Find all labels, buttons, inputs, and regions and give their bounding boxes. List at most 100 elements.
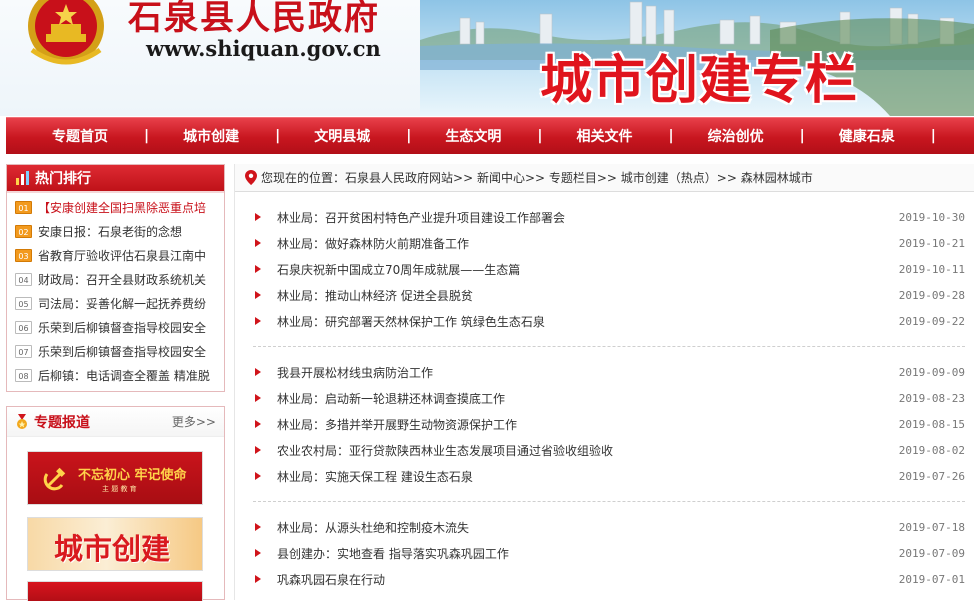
medal-icon	[17, 413, 27, 429]
list-item[interactable]: 01 【安康创建全国扫黑除恶重点培	[15, 195, 224, 219]
more-link[interactable]: 更多>>	[172, 413, 216, 430]
bullet-arrow-icon	[255, 368, 261, 376]
news-row[interactable]: 林业局：从源头杜绝和控制疫木流失 2019-07-18	[253, 514, 965, 540]
news-date: 2019-09-22	[898, 314, 965, 328]
news-date: 2019-10-11	[898, 262, 965, 276]
rank-badge: 04	[15, 272, 32, 286]
news-title-link[interactable]: 林业局：启动新一轮退耕还林调查摸底工作	[277, 390, 505, 407]
list-item[interactable]: 03 省教育厅验收评估石泉县江南中	[15, 243, 224, 267]
news-title-link[interactable]: 林业局：做好森林防火前期准备工作	[277, 235, 469, 252]
news-date: 2019-07-09	[898, 546, 965, 560]
nav-separator: |	[799, 128, 805, 144]
promo-banner-original-aspiration[interactable]: 不忘初心 牢记使命 主 题 教 育	[27, 451, 203, 505]
news-date: 2019-09-28	[898, 288, 965, 302]
news-title-link[interactable]: 县创建办：实地查看 指导落实巩森巩园工作	[277, 545, 509, 562]
news-title-link[interactable]: 农业农村局：亚行贷款陕西林业生态发展项目通过省验收组验收	[277, 442, 613, 459]
government-name: 石泉县人民政府	[128, 0, 380, 38]
main-nav: 专题首页 | 城市创建 | 文明县城 | 生态文明 | 相关文件 | 综治创优 …	[6, 117, 974, 154]
list-item[interactable]: 02 安康日报：石泉老街的念想	[15, 219, 224, 243]
news-row[interactable]: 林业局：启动新一轮退耕还林调查摸底工作 2019-08-23	[253, 385, 965, 411]
rank-badge: 01	[15, 200, 32, 214]
news-title-link[interactable]: 林业局：研究部署天然林保护工作 筑绿色生态石泉	[277, 313, 545, 330]
main-content: 您现在的位置： 石泉县人民政府网站>> 新闻中心>> 专题栏目>> 城市创建（热…	[234, 164, 974, 600]
ranking-link[interactable]: 乐荣到后柳镇督查指导校园安全	[38, 319, 206, 336]
news-row[interactable]: 林业局：研究部署天然林保护工作 筑绿色生态石泉 2019-09-22	[253, 308, 965, 334]
nav-item-civilized-county[interactable]: 文明县城	[314, 118, 370, 155]
nav-label: 生态文明	[445, 129, 502, 145]
nav-label: 文明县城	[314, 129, 371, 145]
news-title-link[interactable]: 林业局：推动山林经济 促进全县脱贫	[277, 287, 473, 304]
news-date: 2019-07-18	[898, 520, 965, 534]
news-row[interactable]: 我县开展松材线虫病防治工作 2019-09-09	[253, 359, 965, 385]
news-row[interactable]: 林业局：实施天保工程 建设生态石泉 2019-07-26	[253, 463, 965, 489]
bullet-arrow-icon	[255, 317, 261, 325]
news-row[interactable]: 县创建办：实地查看 指导落实巩森巩园工作 2019-07-09	[253, 540, 965, 566]
nav-item-city-creation[interactable]: 城市创建	[183, 118, 239, 155]
ranking-link[interactable]: 乐荣到后柳镇督查指导校园安全	[38, 343, 206, 360]
news-title-link[interactable]: 林业局：从源头杜绝和控制疫木流失	[277, 519, 469, 536]
ranking-link[interactable]: 司法局：妥善化解一起抚养费纷	[38, 295, 206, 312]
nav-label: 城市创建	[183, 129, 240, 145]
hot-ranking-title: 热门排行	[35, 171, 91, 187]
hammer-sickle-icon	[43, 467, 66, 491]
list-item[interactable]: 08 后柳镇：电话调查全覆盖 精准脱	[15, 363, 224, 387]
news-title-link[interactable]: 石泉庆祝新中国成立70周年成就展——生态篇	[277, 261, 520, 278]
list-item[interactable]: 05 司法局：妥善化解一起抚养费纷	[15, 291, 224, 315]
group-divider	[253, 346, 965, 347]
news-title-link[interactable]: 我县开展松材线虫病防治工作	[277, 364, 433, 381]
site-url: www.shiquan.gov.cn	[146, 36, 381, 61]
nav-separator: |	[406, 128, 412, 144]
news-title-link[interactable]: 林业局：召开贫困村特色产业提升项目建设工作部署会	[277, 209, 565, 226]
nav-separator: |	[930, 128, 936, 144]
promo-text: 不忘初心 牢记使命	[78, 468, 187, 483]
ranking-link[interactable]: 后柳镇：电话调查全覆盖 精准脱	[38, 367, 210, 384]
nav-item-related-documents[interactable]: 相关文件	[577, 118, 633, 155]
news-date: 2019-07-26	[898, 469, 965, 483]
ranking-link[interactable]: 省教育厅验收评估石泉县江南中	[38, 247, 206, 264]
promo-banner-partial[interactable]	[27, 581, 203, 601]
news-row[interactable]: 农业农村局：亚行贷款陕西林业生态发展项目通过省验收组验收 2019-08-02	[253, 437, 965, 463]
rank-badge: 03	[15, 248, 32, 262]
nav-item-topic-home[interactable]: 专题首页	[52, 118, 108, 155]
news-row[interactable]: 林业局：做好森林防火前期准备工作 2019-10-21	[253, 230, 965, 256]
list-item[interactable]: 06 乐荣到后柳镇督查指导校园安全	[15, 315, 224, 339]
news-date: 2019-10-21	[898, 236, 965, 250]
news-group: 林业局：从源头杜绝和控制疫木流失 2019-07-18 县创建办：实地查看 指导落…	[253, 514, 965, 592]
breadcrumb-label: 您现在的位置：	[261, 171, 346, 185]
hot-ranking-list: 01 【安康创建全国扫黑除恶重点培 02 安康日报：石泉老街的念想 03 省教育厅验收…	[7, 193, 224, 387]
nav-separator: |	[537, 128, 543, 144]
news-date: 2019-07-01	[898, 572, 965, 586]
ranking-link[interactable]: 【安康创建全国扫黑除恶重点培	[38, 199, 206, 216]
nav-item-ecological-civilization[interactable]: 生态文明	[445, 118, 501, 155]
promo-banner-city-creation[interactable]: 城市创建	[27, 517, 203, 571]
news-row[interactable]: 林业局：召开贫困村特色产业提升项目建设工作部署会 2019-10-30	[253, 204, 965, 230]
nav-label: 相关文件	[576, 129, 633, 145]
news-title-link[interactable]: 巩森巩园石泉在行动	[277, 571, 385, 588]
news-row[interactable]: 巩森巩园石泉在行动 2019-07-01	[253, 566, 965, 592]
nav-item-comprehensive-governance[interactable]: 综治创优	[708, 118, 764, 155]
news-title-link[interactable]: 林业局：实施天保工程 建设生态石泉	[277, 468, 473, 485]
breadcrumb-path[interactable]: 石泉县人民政府网站>> 新闻中心>> 专题栏目>> 城市创建（热点）>> 森林园…	[345, 169, 813, 186]
promo-text: 城市创建	[54, 532, 171, 566]
news-group: 林业局：召开贫困村特色产业提升项目建设工作部署会 2019-10-30 林业局：做…	[253, 204, 965, 334]
rank-badge: 08	[15, 368, 32, 382]
list-item[interactable]: 04 财政局：召开全县财政系统机关	[15, 267, 224, 291]
bullet-arrow-icon	[255, 575, 261, 583]
ranking-link[interactable]: 财政局：召开全县财政系统机关	[38, 271, 206, 288]
hot-ranking-panel: 热门排行 01 【安康创建全国扫黑除恶重点培 02 安康日报：石泉老街的念想 03 省…	[6, 164, 225, 392]
bullet-arrow-icon	[255, 549, 261, 557]
nav-label: 健康石泉	[838, 129, 895, 145]
news-title-link[interactable]: 林业局：多措并举开展野生动物资源保护工作	[277, 416, 517, 433]
rank-badge: 02	[15, 224, 32, 238]
rank-badge: 05	[15, 296, 32, 310]
nav-label: 专题首页	[52, 129, 108, 145]
news-row[interactable]: 林业局：推动山林经济 促进全县脱贫 2019-09-28	[253, 282, 965, 308]
news-date: 2019-08-15	[898, 417, 965, 431]
promo-subtext: 主 题 教 育	[102, 485, 137, 493]
special-reports-header: 专题报道 更多>>	[7, 407, 224, 437]
news-row[interactable]: 林业局：多措并举开展野生动物资源保护工作 2019-08-15	[253, 411, 965, 437]
nav-item-healthy-shiquan[interactable]: 健康石泉	[839, 118, 895, 155]
list-item[interactable]: 07 乐荣到后柳镇督查指导校园安全	[15, 339, 224, 363]
ranking-link[interactable]: 安康日报：石泉老街的念想	[38, 223, 182, 240]
news-row[interactable]: 石泉庆祝新中国成立70周年成就展——生态篇 2019-10-11	[253, 256, 965, 282]
